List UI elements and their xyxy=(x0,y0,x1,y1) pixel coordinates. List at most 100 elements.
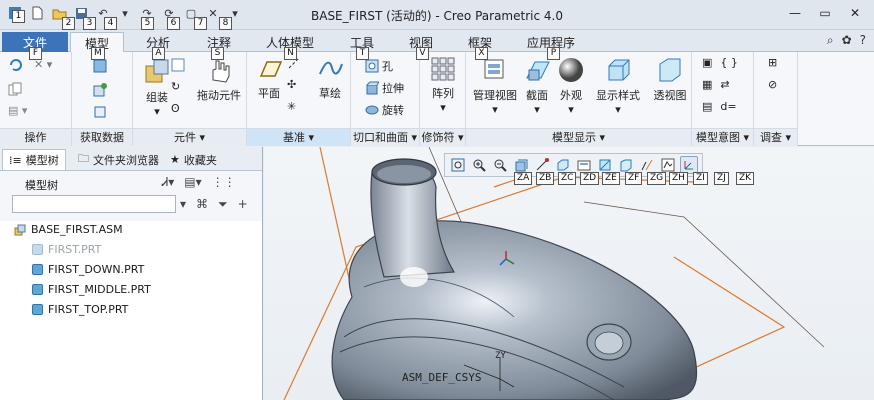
search-tool-icon[interactable]: ⊘ xyxy=(768,78,777,91)
keytip-annotate: S xyxy=(211,47,224,60)
switch-dimensions-icon[interactable]: ⇄ xyxy=(720,78,729,91)
display-style-dropdown-icon[interactable]: ▾ xyxy=(590,103,646,116)
search-dropdown-icon[interactable]: ▾ xyxy=(180,197,186,212)
hole-label: 孔 xyxy=(382,60,393,73)
group-modifiers-label: 修饰符 ▾ xyxy=(420,128,465,146)
braces-icon[interactable]: { } xyxy=(720,56,738,69)
assemble-button[interactable]: 组装 ▾ xyxy=(139,56,175,118)
binoculars-icon[interactable]: ⌘ xyxy=(196,197,208,212)
component-create-icon[interactable] xyxy=(171,58,185,75)
section-button[interactable]: 截面 ▾ xyxy=(520,56,554,116)
point-icon[interactable]: ✣ xyxy=(287,78,296,91)
help-icons: ⌕ ✿ ? xyxy=(827,33,866,48)
revolve-button[interactable]: 旋转 xyxy=(365,102,404,118)
graphics-window[interactable]: ZY ASM_DEF_CSYS ZA ZB ZC ZD ZE ZF ZG ZH … xyxy=(264,147,874,400)
extrude-button[interactable]: 拉伸 xyxy=(365,80,404,96)
manage-views-label: 管理视图 xyxy=(473,89,517,102)
group-model-display-label: 模型显示 ▾ xyxy=(466,128,691,146)
regenerate-button[interactable] xyxy=(8,58,26,75)
help-icon[interactable]: ? xyxy=(860,33,866,48)
appearance-dropdown-icon[interactable]: ▾ xyxy=(554,103,588,116)
group-component: 组装 ▾ ↻ ʘ 拖动元件 元件 ▾ xyxy=(133,52,247,146)
tree-node-label: FIRST_TOP.PRT xyxy=(48,303,129,316)
group-datum-label: 基准 ▾ xyxy=(247,128,350,146)
tab-favorites[interactable]: ★ 收藏夹 xyxy=(164,149,223,170)
window-controls: — ▭ ✕ xyxy=(780,2,870,24)
model-tree-search-input[interactable] xyxy=(12,195,176,213)
table-icon[interactable]: ▤ xyxy=(702,100,712,113)
tree-node-part[interactable]: FIRST_TOP.PRT xyxy=(32,303,128,316)
tree-node-part[interactable]: FIRST_DOWN.PRT xyxy=(32,263,144,276)
refit-icon[interactable] xyxy=(449,156,467,174)
component-bracket-icon[interactable]: ʘ xyxy=(171,102,180,115)
hole-button[interactable]: 孔 xyxy=(365,58,393,74)
zoom-in-icon[interactable] xyxy=(470,156,488,174)
keytip-view: V xyxy=(416,47,429,60)
group-modifiers: 阵列 ▾ 修饰符 ▾ xyxy=(420,52,466,146)
left-panel: ⁞≡ 模型树 🗀 文件夹浏览器 ★ 收藏夹 模型树 Ꮧ▾ ▤▾ ⋮⋮ ▾ ⌘ ⏷… xyxy=(0,147,263,400)
filter-icon[interactable]: ⏷ xyxy=(218,197,228,212)
group-datum: 平面 ✣ ✳ 草绘 基准 ▾ xyxy=(247,52,351,146)
perspective-button[interactable]: 透视图 xyxy=(650,56,690,103)
appearance-button[interactable]: 外观 ▾ xyxy=(554,56,588,116)
copy-geometry-icon[interactable] xyxy=(92,82,108,101)
display-style-button[interactable]: 显示样式 ▾ xyxy=(590,56,646,116)
group-get-data-label: 获取数据 xyxy=(72,128,132,146)
keytip-file: F xyxy=(29,47,42,60)
tree-node-part[interactable]: FIRST.PRT xyxy=(32,243,101,256)
title-bar: ↶ ▾ ↷ ⟳ ▢ ✕ ▾ BASE_FIRST (活动的) - Creo Pa… xyxy=(0,0,874,30)
drag-components-button[interactable]: 拖动元件 xyxy=(195,56,243,103)
user-defined-feature-icon[interactable] xyxy=(92,58,108,77)
group-model-display: 管理视图 ▾ 截面 ▾ 外观 ▾ 显示样式 ▾ 透视图 模型显示 ▾ xyxy=(466,52,692,146)
assemble-label: 组装 xyxy=(146,91,168,104)
close-button[interactable]: ✕ xyxy=(840,2,870,24)
show-icon[interactable]: ▤▾ xyxy=(184,175,201,190)
paste-icon[interactable]: ▤ ▾ xyxy=(8,104,27,117)
tree-filter-icon[interactable]: ⋮⋮ xyxy=(212,175,236,190)
section-dropdown-icon[interactable]: ▾ xyxy=(520,103,554,116)
sketch-button[interactable]: 草绘 xyxy=(313,56,347,101)
add-icon[interactable]: + xyxy=(238,197,248,212)
part-icon xyxy=(32,244,43,255)
keytip-ze: ZE xyxy=(602,172,620,185)
tree-node-part[interactable]: FIRST_MIDDLE.PRT xyxy=(32,283,151,296)
group-operations: ✕ ▾ ▤ ▾ 操作 xyxy=(0,52,72,146)
pattern-dropdown-icon[interactable]: ▾ xyxy=(428,101,458,114)
favorites-icon: ★ xyxy=(170,153,180,166)
tab-folder-browser-label: 文件夹浏览器 xyxy=(93,153,159,167)
plane-button[interactable]: 平面 xyxy=(253,56,285,101)
settings-icon[interactable]: ✿ xyxy=(842,33,852,48)
relations-button[interactable]: d= xyxy=(720,100,736,113)
copy-icon[interactable] xyxy=(8,82,22,99)
model-intent-row-3: ▤ d= xyxy=(702,100,737,113)
zoom-out-icon[interactable] xyxy=(491,156,509,174)
csys-icon[interactable]: ✳ xyxy=(287,100,296,113)
component-rotate-icon[interactable]: ↻ xyxy=(171,80,180,93)
model-tree-icon: ⁞≡ xyxy=(9,153,22,167)
folder-icon: 🗀 xyxy=(78,152,89,165)
tab-folder-browser[interactable]: 🗀 文件夹浏览器 xyxy=(72,149,165,170)
display-style-label: 显示样式 xyxy=(596,89,640,102)
group-get-data: 获取数据 xyxy=(72,52,133,146)
family-table-icon[interactable]: ▦ xyxy=(702,78,712,91)
keytip-applications: P xyxy=(547,47,560,60)
keytip-zi: ZI xyxy=(693,172,708,185)
parameters-icon[interactable]: ▣ xyxy=(702,56,712,69)
tab-model-tree[interactable]: ⁞≡ 模型树 xyxy=(2,149,66,170)
search-icon[interactable]: ⌕ xyxy=(827,33,834,48)
reference-viewer-icon[interactable]: ⊞ xyxy=(768,56,777,69)
settings-tool-icon[interactable]: Ꮧ▾ xyxy=(162,175,174,190)
drag-components-label: 拖动元件 xyxy=(197,89,241,102)
shrinkwrap-icon[interactable] xyxy=(92,104,108,123)
tree-node-assembly[interactable]: BASE_FIRST.ASM xyxy=(14,223,123,236)
assemble-dropdown-icon[interactable]: ▾ xyxy=(139,105,175,118)
manage-views-button[interactable]: 管理视图 ▾ xyxy=(472,56,518,116)
minimize-button[interactable]: — xyxy=(780,2,810,24)
keytip-6: 6 xyxy=(167,17,180,30)
manage-views-dropdown-icon[interactable]: ▾ xyxy=(472,103,518,116)
keytip-manikin: N xyxy=(284,47,297,60)
tab-model-tree-label: 模型树 xyxy=(25,154,59,167)
maximize-button[interactable]: ▭ xyxy=(810,2,840,24)
keytip-model: M xyxy=(91,47,105,60)
pattern-button[interactable]: 阵列 ▾ xyxy=(428,56,458,114)
